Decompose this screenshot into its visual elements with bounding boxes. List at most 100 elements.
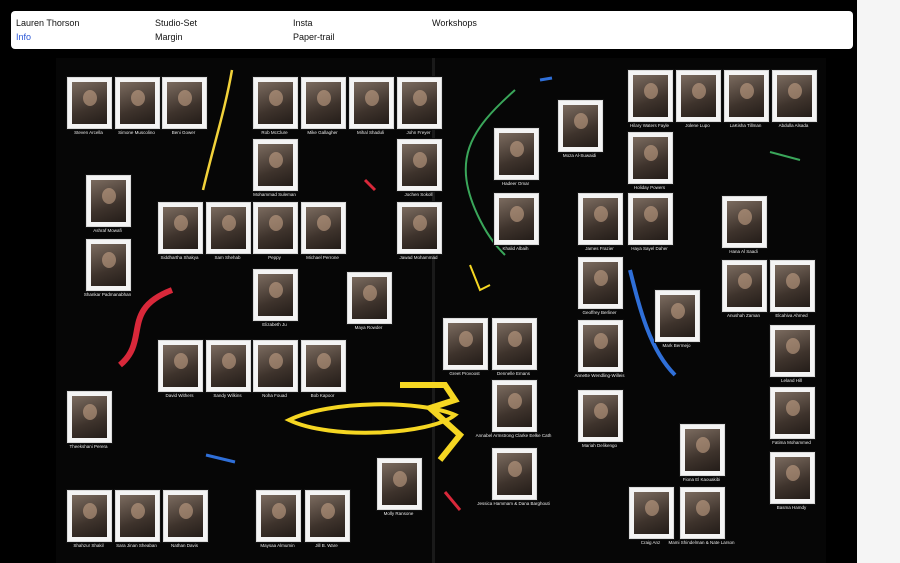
profile-card: [115, 77, 160, 129]
profile-card: [628, 132, 673, 184]
portrait-photo: [499, 133, 534, 175]
portrait-photo: [583, 325, 618, 367]
profile-name: Sandy Wilkins: [213, 393, 242, 398]
profile-card: [67, 77, 112, 129]
profile-name: Steven Arcella: [74, 130, 103, 135]
portrait-photo: [258, 345, 293, 387]
profile-name: Moza Al-Suwaidi: [562, 153, 597, 158]
portrait-photo: [497, 323, 532, 365]
profile-card: [628, 70, 673, 122]
profile-card: [628, 193, 673, 245]
portrait-photo: [258, 274, 293, 316]
profile-card: [349, 77, 394, 129]
profile-name: Siddhartha Shakya: [160, 255, 199, 260]
portrait-photo: [258, 82, 293, 124]
profile-card: [67, 490, 112, 542]
profile-name: Jill B. Ware: [315, 543, 338, 548]
profile-name: Bob Kapoor: [310, 393, 335, 398]
portrait-photo: [777, 75, 812, 117]
portrait-photo: [352, 277, 387, 319]
profile-card: [772, 70, 817, 122]
profile-card: [253, 77, 298, 129]
profile-card: [301, 340, 346, 392]
portrait-photo: [634, 492, 669, 534]
portrait-photo: [775, 392, 810, 434]
profile-name: Simone Muscolino: [118, 130, 155, 135]
portrait-photo: [120, 82, 155, 124]
profile-name: Noha Fouad: [262, 393, 287, 398]
profile-name: Mihal Shaduli: [356, 130, 385, 135]
portrait-photo: [499, 198, 534, 240]
profile-card: [158, 340, 203, 392]
profile-card: [492, 318, 537, 370]
portrait-photo: [72, 396, 107, 438]
profile-name: Fiona El Kaouakibi: [682, 477, 721, 482]
portrait-photo: [660, 295, 695, 337]
profile-card: [655, 290, 700, 342]
profile-card: [770, 387, 815, 439]
portrait-photo: [306, 82, 341, 124]
profile-card: [724, 70, 769, 122]
portrait-photo: [633, 75, 668, 117]
portrait-photo: [310, 495, 345, 537]
profile-card: [377, 458, 422, 510]
portrait-photo: [775, 330, 810, 372]
portrait-photo: [211, 207, 246, 249]
profile-card: [206, 202, 251, 254]
portrait-photo: [163, 207, 198, 249]
profile-name: Basma Hamdy: [776, 505, 807, 510]
profile-name: Mami Shindelman & Nate Larson: [668, 540, 735, 545]
profile-name: Haya Sayel Daher: [631, 246, 668, 251]
profile-name: John Freyer: [406, 130, 431, 135]
profile-card: [629, 487, 674, 539]
profile-card: [115, 490, 160, 542]
portrait-photo: [167, 82, 202, 124]
profile-name: Shahzur Shakil: [73, 543, 104, 548]
profile-card: [492, 380, 537, 432]
profile-name: Jochen Sokoll: [404, 192, 433, 197]
portrait-photo: [402, 82, 437, 124]
portrait-photo: [168, 495, 203, 537]
portrait-photo: [120, 495, 155, 537]
portrait-photo: [583, 198, 618, 240]
profile-card: [680, 424, 725, 476]
profile-card: [301, 77, 346, 129]
profile-name: James Frazier: [585, 246, 614, 251]
profile-name: Hadeer Omar: [501, 181, 530, 186]
profile-name: Jolene Lupo: [685, 123, 710, 128]
profile-card: [253, 340, 298, 392]
profile-name: Annabel Armstrong Clarke Eelke Cath: [475, 433, 552, 438]
profile-name: Maya Rowder: [354, 325, 383, 330]
profile-card: [680, 487, 725, 539]
profile-name: Craig Anz: [640, 540, 661, 545]
profile-card: [305, 490, 350, 542]
profile-card: [253, 139, 298, 191]
portrait-photo: [382, 463, 417, 505]
profile-name: Abdulla Alsada: [778, 123, 809, 128]
profile-name: Elcahiva Ahmed: [775, 313, 808, 318]
profile-name: Jawad Mohammad: [399, 255, 438, 260]
portrait-photo: [258, 207, 293, 249]
profile-card: [494, 128, 539, 180]
profile-name: Rob McClure: [261, 130, 288, 135]
profile-name: David Withers: [165, 393, 194, 398]
profile-card: [676, 70, 721, 122]
profile-card: [770, 260, 815, 312]
profile-card: [443, 318, 488, 370]
profile-card: [578, 390, 623, 442]
profile-card: [397, 77, 442, 129]
profile-name: Dennelle Emans: [496, 371, 531, 376]
profile-name: Mariah Delikengo: [581, 443, 618, 448]
profile-card: [256, 490, 301, 542]
profile-name: Greet Provoost: [449, 371, 480, 376]
profile-name: Annette Wendling-Willeis: [574, 373, 625, 378]
profile-card: [770, 452, 815, 504]
profile-name: Hana Al Saadi: [729, 249, 758, 254]
portrait-photo: [633, 137, 668, 179]
portrait-photo: [72, 82, 107, 124]
profile-card: [397, 139, 442, 191]
profile-card: [578, 320, 623, 372]
portrait-photo: [727, 201, 762, 243]
profile-card: [301, 202, 346, 254]
profile-name: Geoffrey Berliner: [582, 310, 617, 315]
